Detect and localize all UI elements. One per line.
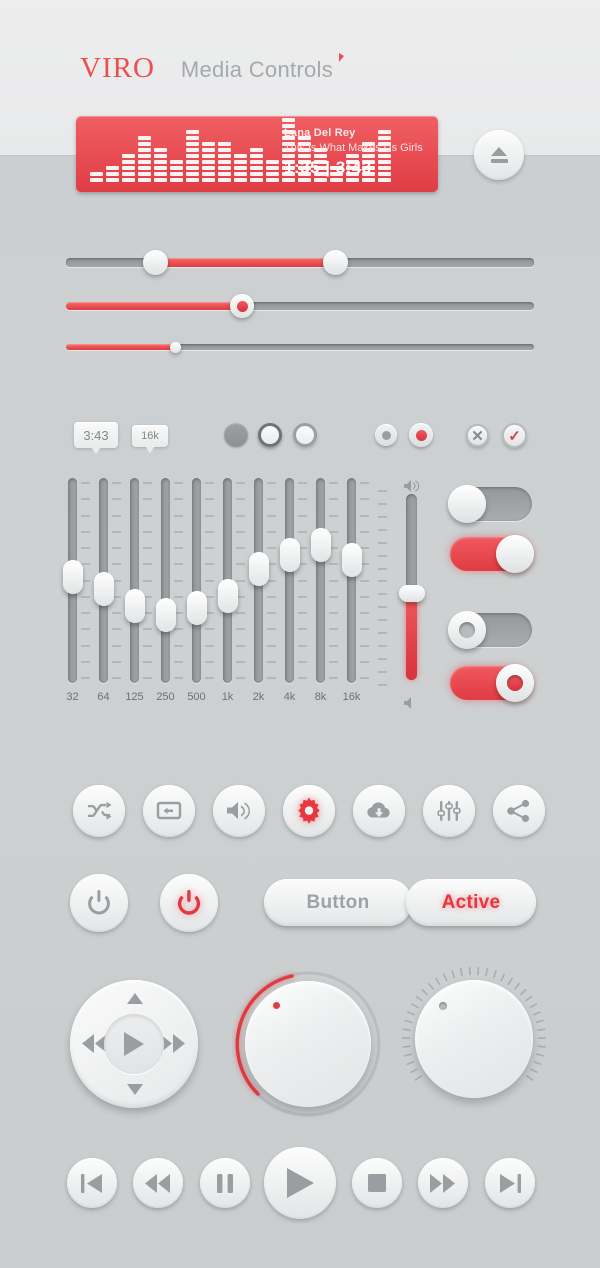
navigation-pad[interactable]	[70, 980, 198, 1108]
eq-band-handle[interactable]	[62, 560, 83, 595]
triangle-down-icon	[127, 1084, 143, 1095]
share-button[interactable]	[493, 785, 545, 837]
toggle-handle[interactable]	[448, 611, 486, 649]
active-button-label: Active	[441, 891, 501, 913]
triangle-up-icon	[127, 993, 143, 1004]
repeat-button[interactable]	[143, 785, 195, 837]
default-button[interactable]: Button	[264, 879, 412, 926]
eq-band-track[interactable]	[130, 478, 139, 683]
toggle-handle[interactable]	[496, 664, 534, 702]
eq-band-handle[interactable]	[248, 551, 269, 586]
tick-knob[interactable]	[398, 963, 550, 1115]
red-dot-indicator	[273, 1002, 280, 1009]
fast-forward-button[interactable]	[418, 1158, 468, 1208]
toggle-off-plain[interactable]	[448, 485, 532, 523]
eq-band-handle[interactable]	[155, 597, 176, 632]
eq-tick-marks	[267, 482, 276, 679]
eq-band-handle[interactable]	[279, 537, 300, 572]
eq-band-label: 4k	[283, 691, 296, 703]
volume-tick-marks	[378, 490, 387, 686]
cloud-down-icon	[367, 802, 390, 818]
eq-band-track[interactable]	[285, 478, 294, 683]
eq-band-handle[interactable]	[310, 527, 331, 562]
volume-button[interactable]	[213, 785, 265, 837]
toggle-handle[interactable]	[496, 535, 534, 573]
eq-band-handle[interactable]	[217, 578, 238, 613]
default-button-label: Button	[306, 891, 370, 913]
eq-band-track[interactable]	[161, 478, 170, 683]
eq-tick-marks	[329, 482, 338, 679]
toggle-on-ring[interactable]	[450, 664, 534, 702]
arc-knob-face[interactable]	[245, 981, 371, 1107]
arc-knob[interactable]	[232, 968, 384, 1120]
eq-band-label: 32	[66, 691, 79, 703]
eq-tick-marks	[360, 482, 369, 679]
skip-back-icon	[81, 1173, 102, 1193]
handle-ring	[507, 675, 523, 691]
pause-icon	[217, 1173, 233, 1193]
eq-band-label: 64	[97, 691, 110, 703]
eq-tick-marks	[174, 482, 183, 679]
eq-tick-marks	[205, 482, 214, 679]
fast-forward-icon	[430, 1173, 455, 1193]
gray-dot-indicator	[439, 1002, 447, 1010]
equalizer-button[interactable]	[423, 785, 475, 837]
power-button-on[interactable]	[160, 874, 218, 932]
eq-band-label: 16k	[342, 691, 361, 703]
play-button[interactable]	[264, 1147, 336, 1219]
download-button[interactable]	[353, 785, 405, 837]
toggle-handle[interactable]	[448, 485, 486, 523]
eq-band-handle[interactable]	[341, 542, 362, 577]
play-icon	[124, 1032, 144, 1056]
eq-band-track[interactable]	[192, 478, 201, 683]
eq-band-label: 500	[187, 691, 206, 703]
eq-band-label: 1k	[221, 691, 234, 703]
pause-button[interactable]	[200, 1158, 250, 1208]
settings-button[interactable]	[283, 785, 335, 837]
repeat-icon	[156, 801, 182, 820]
power-icon	[177, 890, 201, 915]
stop-icon	[368, 1174, 386, 1192]
next-button[interactable]	[485, 1158, 535, 1208]
toggle-on-plain[interactable]	[450, 535, 534, 573]
rewind-button[interactable]	[133, 1158, 183, 1208]
active-button[interactable]: Active	[406, 879, 536, 926]
skip-forward-icon	[500, 1173, 521, 1193]
eq-band-handle[interactable]	[186, 590, 207, 625]
eq-band-track[interactable]	[347, 478, 356, 683]
volume-slider-fill	[406, 594, 417, 680]
eq-band-handle[interactable]	[124, 589, 145, 624]
gear-icon	[298, 797, 320, 824]
eq-band-label: 250	[156, 691, 175, 703]
eq-tick-marks	[143, 482, 152, 679]
volume-slider-handle[interactable]	[399, 585, 425, 603]
shuffle-icon	[88, 801, 112, 820]
eq-band-label: 2k	[252, 691, 265, 703]
eq-band-track[interactable]	[316, 478, 325, 683]
eq-tick-marks	[298, 482, 307, 679]
eq-band-label: 125	[125, 691, 144, 703]
shuffle-button[interactable]	[73, 785, 125, 837]
share-icon	[507, 799, 530, 823]
handle-ring	[459, 622, 475, 638]
tick-knob-face[interactable]	[415, 980, 533, 1098]
toggle-off-ring[interactable]	[448, 611, 532, 649]
play-button-center[interactable]	[104, 1014, 164, 1074]
power-icon	[88, 890, 110, 915]
speaker-icon	[227, 802, 250, 820]
eq-band-handle[interactable]	[93, 572, 114, 607]
speaker-mute-icon	[403, 696, 415, 715]
rewind-icon	[145, 1173, 170, 1193]
stop-button[interactable]	[352, 1158, 402, 1208]
sliders-icon	[437, 801, 461, 821]
power-button-off[interactable]	[70, 874, 128, 932]
eq-band-label: 8k	[314, 691, 327, 703]
previous-button[interactable]	[67, 1158, 117, 1208]
play-icon	[287, 1168, 314, 1198]
eq-tick-marks	[236, 482, 245, 679]
